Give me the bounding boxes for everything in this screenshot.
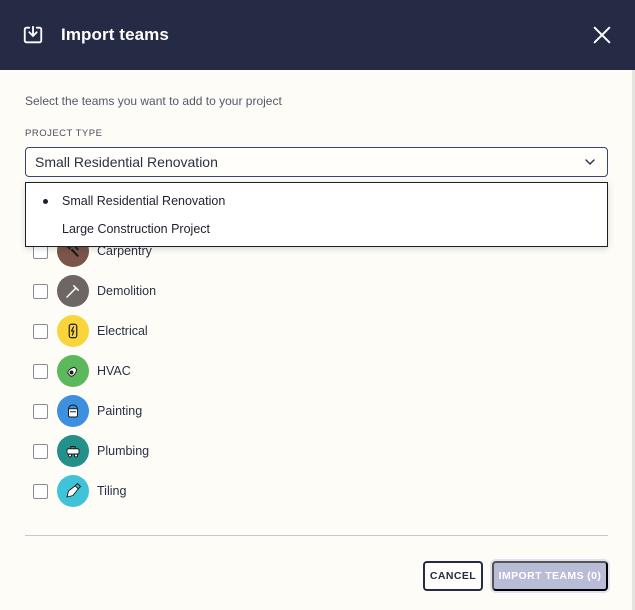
modal-header: Import teams [0,0,635,70]
project-type-selected-value: Small Residential Renovation [35,154,218,170]
cancel-button[interactable]: CANCEL [423,561,483,591]
import-tray-icon [23,25,43,44]
import-teams-button[interactable]: IMPORT TEAMS (0) [492,561,608,591]
team-checkbox[interactable] [33,443,48,459]
team-row-hvac: HVAC [33,355,433,387]
jackhammer-icon [57,275,89,307]
paint-bucket-icon [57,395,89,427]
fan-duct-icon [57,355,89,387]
dropdown-option-small-residential[interactable]: Small Residential Renovation [26,187,607,215]
project-type-dropdown: Small Residential Renovation Large Const… [25,182,608,247]
team-checkbox[interactable] [33,323,48,339]
team-row-plumbing: Plumbing [33,435,433,467]
trowel-icon [57,475,89,507]
team-row-demolition: Demolition [33,275,433,307]
dropdown-option-large-construction[interactable]: Large Construction Project [26,215,607,243]
project-type-label: PROJECT TYPE [25,128,103,139]
footer-divider [25,535,608,536]
team-checkbox[interactable] [33,363,48,379]
team-checkbox[interactable] [33,283,48,299]
pipe-wrench-icon [57,435,89,467]
selected-bullet-icon [43,199,48,204]
modal-title: Import teams [61,25,169,44]
lightning-plug-icon [57,315,89,347]
team-row-painting: Painting [33,395,433,427]
chevron-down-icon [585,159,595,165]
close-icon[interactable] [591,24,613,46]
team-row-tiling: Tiling [33,475,433,507]
team-checkbox[interactable] [33,403,48,419]
team-checkbox[interactable] [33,483,48,499]
team-row-electrical: Electrical [33,315,433,347]
modal-subtitle: Select the teams you want to add to your… [25,94,282,108]
project-type-select[interactable]: Small Residential Renovation [25,147,608,177]
